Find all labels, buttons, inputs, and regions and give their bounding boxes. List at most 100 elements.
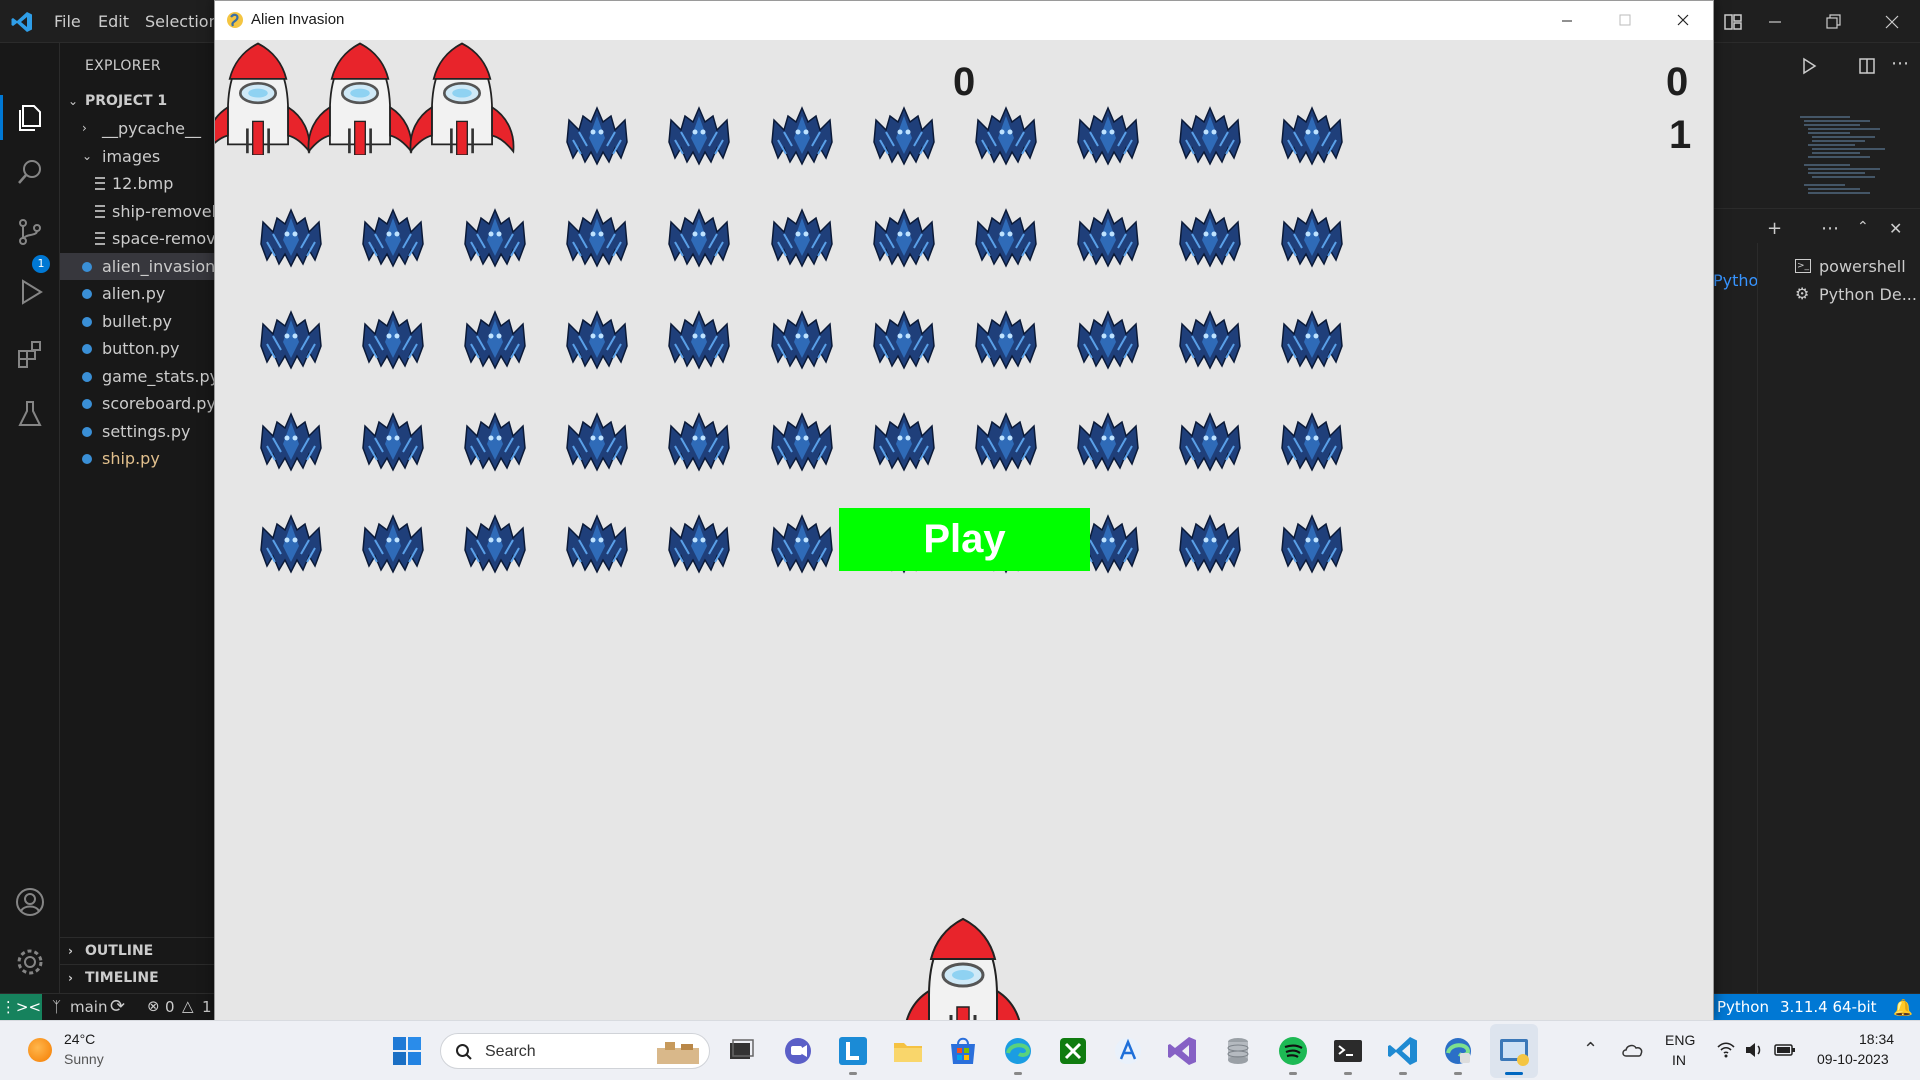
alien-ship (464, 412, 526, 472)
menu-file[interactable]: File (54, 12, 81, 31)
extensions-icon[interactable] (14, 338, 46, 370)
outline-section[interactable]: › OUTLINE (60, 937, 215, 964)
tree-item-images[interactable]: ⌄ images (60, 143, 215, 170)
running-indicator (1344, 1072, 1352, 1075)
input-language[interactable]: ENG (1665, 1032, 1695, 1048)
interpreter-version[interactable]: 3.11.4 64-bit (1780, 994, 1877, 1021)
terminal-icon[interactable] (1330, 1033, 1366, 1075)
volume-icon[interactable] (1744, 1041, 1764, 1059)
show-hidden-icons-chevron-icon[interactable]: ⌃ (1583, 1039, 1598, 1060)
weather-description[interactable]: Sunny (64, 1051, 104, 1067)
l-app-icon[interactable] (835, 1033, 871, 1075)
terminal-list-divider (1757, 243, 1758, 993)
more-actions-icon[interactable]: ⋯ (1891, 53, 1909, 74)
project-root[interactable]: ⌄ PROJECT 1 (60, 88, 215, 115)
notifications-bell-icon[interactable]: 🔔 (1893, 994, 1913, 1021)
play-button[interactable]: Play (839, 508, 1090, 571)
alien-ship (668, 208, 730, 268)
app-launcher-icon[interactable] (1110, 1033, 1146, 1069)
alien-ship (1281, 106, 1343, 166)
python-file-icon (82, 344, 92, 354)
pygame-window-icon[interactable] (1496, 1033, 1532, 1075)
battery-icon[interactable] (1774, 1042, 1796, 1058)
tree-item-space-image[interactable]: space-remove (60, 225, 215, 252)
terminal-icon: >_ (1795, 259, 1811, 273)
game-canvas[interactable]: 0 0 1 Play (215, 40, 1713, 1020)
python-file-icon (82, 289, 92, 299)
file-explorer-icon[interactable] (890, 1033, 926, 1069)
high-score-display: 0 (1666, 60, 1689, 104)
visual-studio-icon[interactable] (1165, 1033, 1201, 1069)
explorer-icon[interactable] (14, 102, 46, 134)
minimize-icon[interactable] (1538, 1, 1596, 40)
source-control-icon[interactable] (14, 216, 46, 248)
tree-item-label: button.py (102, 339, 180, 358)
tree-item-alien-invasion[interactable]: alien_invasion.py (60, 253, 215, 280)
tree-item-game-stats[interactable]: game_stats.py (60, 363, 215, 390)
terminal-label: Python De... (1819, 285, 1917, 304)
tree-item-ship-image[interactable]: ship-removebg (60, 198, 215, 225)
tree-item-settings[interactable]: settings.py (60, 418, 215, 445)
alien-invasion-window: Alien Invasion 0 0 1 Play (214, 0, 1714, 1020)
python-tab[interactable]: Pytho (1713, 271, 1758, 290)
task-view-icon[interactable] (723, 1033, 759, 1069)
clock-time[interactable]: 18:34 (1859, 1031, 1894, 1047)
game-titlebar[interactable]: Alien Invasion (215, 1, 1713, 40)
weather-temperature[interactable]: 24°C (64, 1031, 95, 1047)
clock-date[interactable]: 09-10-2023 (1817, 1051, 1889, 1067)
account-icon[interactable] (14, 886, 46, 918)
tree-item-12bmp[interactable]: 12.bmp (60, 170, 215, 197)
microsoft-store-icon[interactable] (945, 1033, 981, 1069)
edge-dev-icon[interactable] (1440, 1033, 1476, 1075)
tree-item-pycache[interactable]: › __pycache__ (60, 115, 215, 142)
input-region[interactable]: IN (1672, 1052, 1686, 1068)
timeline-label: TIMELINE (85, 970, 159, 986)
edge-browser-icon[interactable] (1000, 1033, 1036, 1075)
layout-icon[interactable] (1723, 12, 1743, 32)
close-icon[interactable] (1654, 1, 1712, 40)
warning-count[interactable]: 1 (202, 998, 212, 1016)
tree-item-bullet[interactable]: bullet.py (60, 308, 215, 335)
onedrive-cloud-icon[interactable] (1620, 1038, 1646, 1062)
more-actions-icon[interactable]: ⋯ (1821, 218, 1839, 239)
testing-icon[interactable] (14, 398, 46, 430)
chevron-down-icon: ⌄ (82, 149, 93, 163)
start-windows-icon[interactable] (389, 1033, 425, 1069)
error-count[interactable]: 0 (165, 998, 175, 1016)
maximize-icon[interactable] (1596, 1, 1654, 40)
close-panel-icon[interactable]: ✕ (1889, 219, 1902, 238)
spotify-icon[interactable] (1275, 1033, 1311, 1075)
teams-chat-icon[interactable] (780, 1033, 816, 1069)
active-indicator (1505, 1072, 1523, 1075)
menu-selection[interactable]: Selection (145, 12, 219, 31)
new-terminal-icon[interactable]: + (1767, 218, 1782, 239)
tree-item-scoreboard[interactable]: scoreboard.py (60, 390, 215, 417)
sync-icon[interactable]: ⟳ (110, 996, 125, 1017)
tree-item-alien[interactable]: alien.py (60, 280, 215, 307)
tree-item-label: space-remove (112, 229, 215, 248)
split-editor-icon[interactable] (1858, 57, 1876, 75)
vscode-taskbar-icon[interactable] (1385, 1033, 1421, 1075)
chevron-right-icon: › (68, 944, 73, 958)
menu-edit[interactable]: Edit (98, 12, 129, 31)
alien-ship (1281, 310, 1343, 370)
database-icon[interactable] (1220, 1033, 1256, 1069)
tree-item-ship[interactable]: ship.py (60, 445, 215, 472)
close-icon[interactable] (1882, 12, 1902, 32)
run-debug-icon[interactable] (14, 276, 46, 308)
settings-gear-icon[interactable] (14, 946, 46, 978)
timeline-section[interactable]: › TIMELINE (60, 964, 215, 991)
taskbar-search[interactable]: Search (440, 1033, 710, 1069)
xbox-icon[interactable] (1055, 1033, 1091, 1069)
run-icon[interactable] (1800, 57, 1818, 75)
wifi-icon[interactable] (1716, 1041, 1736, 1059)
remote-indicator-icon[interactable]: ⋮>< (0, 994, 42, 1021)
maximize-panel-icon[interactable]: ⌃ (1857, 219, 1869, 235)
sunny-weather-icon[interactable] (28, 1038, 52, 1062)
tree-item-button[interactable]: button.py (60, 335, 215, 362)
language-mode[interactable]: Python (1717, 994, 1769, 1021)
search-icon[interactable] (14, 156, 46, 188)
minimize-icon[interactable] (1765, 12, 1785, 32)
restore-icon[interactable] (1823, 12, 1843, 32)
branch-name[interactable]: main (70, 998, 107, 1016)
